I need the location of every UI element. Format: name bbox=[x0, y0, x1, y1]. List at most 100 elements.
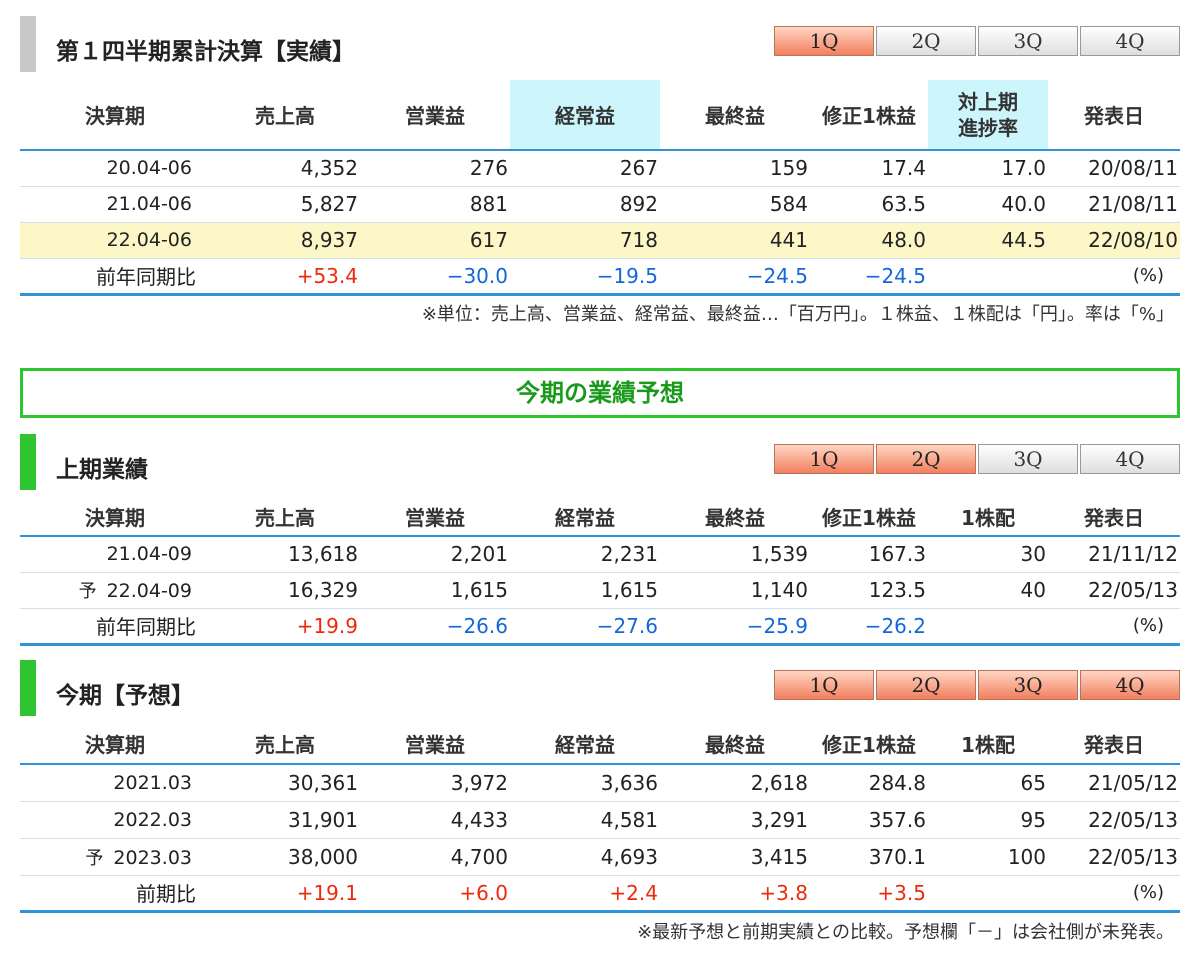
tab-1q[interactable]: 1Q bbox=[774, 670, 874, 700]
forecast-mark: 予 bbox=[78, 581, 97, 602]
ord-cell: 4,581 bbox=[510, 801, 660, 839]
comparison-note: ※最新予想と前期実績との比較。予想欄「－」は会社側が未発表。 bbox=[637, 922, 1174, 943]
section-marker bbox=[20, 660, 36, 716]
eps-cell: 357.6 bbox=[810, 801, 928, 839]
header-dividend: 1株配 bbox=[928, 724, 1048, 765]
eps-cell: 63.5 bbox=[810, 186, 928, 223]
ratio-op: −26.6 bbox=[360, 608, 510, 646]
ord-cell: 4,693 bbox=[510, 838, 660, 876]
header-sales: 売上高 bbox=[210, 498, 360, 537]
section-marker bbox=[20, 434, 36, 490]
period-cell: 21.04-06 bbox=[20, 186, 210, 223]
unit-label: (%) bbox=[1048, 608, 1180, 646]
yoy-ratio-row: 前年同期比 +53.4 −30.0 −19.5 −24.5 −24.5 (%) bbox=[20, 258, 1180, 296]
div-cell: 65 bbox=[928, 764, 1048, 802]
eps-cell: 48.0 bbox=[810, 222, 928, 259]
quarter-tabs: 1Q 2Q 3Q 4Q bbox=[772, 670, 1180, 700]
section-title: 上期業績 bbox=[56, 457, 148, 483]
ratio-op: −30.0 bbox=[360, 258, 510, 296]
div-cell: 100 bbox=[928, 838, 1048, 876]
table-row: 2021.03 30,361 3,972 3,636 2,618 284.8 6… bbox=[20, 764, 1180, 802]
date-cell: 20/08/11 bbox=[1048, 150, 1180, 187]
tab-4q[interactable]: 4Q bbox=[1080, 670, 1180, 700]
tab-3q[interactable]: 3Q bbox=[978, 26, 1078, 56]
header-eps: 修正1株益 bbox=[810, 498, 928, 537]
tab-3q[interactable]: 3Q bbox=[978, 444, 1078, 474]
ratio-net: +3.8 bbox=[660, 875, 810, 913]
yoy-ratio-row: 前年同期比 +19.9 −26.6 −27.6 −25.9 −26.2 (%) bbox=[20, 608, 1180, 646]
net-cell: 2,618 bbox=[660, 764, 810, 802]
sales-cell: 8,937 bbox=[210, 222, 360, 259]
header-period: 決算期 bbox=[20, 80, 210, 151]
header-net-profit: 最終益 bbox=[660, 80, 810, 151]
op-cell: 276 bbox=[360, 150, 510, 187]
date-cell: 22/05/13 bbox=[1048, 572, 1180, 609]
net-cell: 3,291 bbox=[660, 801, 810, 839]
sales-cell: 31,901 bbox=[210, 801, 360, 839]
section-title: 第１四半期累計決算【実績】 bbox=[56, 39, 355, 65]
quarter-tabs: 1Q 2Q 3Q 4Q bbox=[772, 444, 1180, 474]
ratio-sales: +53.4 bbox=[210, 258, 360, 296]
table-row: 20.04-06 4,352 276 267 159 17.4 17.0 20/… bbox=[20, 150, 1180, 187]
section-header-fy-forecast: 今期【予想】 1Q 2Q 3Q 4Q bbox=[20, 660, 1180, 716]
ratio-ord: −27.6 bbox=[510, 608, 660, 646]
header-announce-date: 発表日 bbox=[1048, 80, 1180, 151]
header-eps: 修正1株益 bbox=[810, 80, 928, 151]
header-ordinary-profit: 経常益 bbox=[510, 80, 660, 151]
h1-results-table: 決算期 売上高 営業益 経常益 最終益 修正1株益 1株配 発表日 21.04-… bbox=[20, 498, 1180, 646]
ord-cell: 1,615 bbox=[510, 572, 660, 609]
section-header-h1-results: 上期業績 1Q 2Q 3Q 4Q bbox=[20, 434, 1180, 490]
table-row: 予 22.04-09 16,329 1,615 1,615 1,140 123.5… bbox=[20, 572, 1180, 609]
header-eps: 修正1株益 bbox=[810, 724, 928, 765]
date-cell: 22/05/13 bbox=[1048, 838, 1180, 876]
ratio-ord: −19.5 bbox=[510, 258, 660, 296]
eps-cell: 167.3 bbox=[810, 536, 928, 573]
tab-1q[interactable]: 1Q bbox=[774, 26, 874, 56]
sales-cell: 13,618 bbox=[210, 536, 360, 573]
tab-4q[interactable]: 4Q bbox=[1080, 444, 1180, 474]
header-progress-rate: 対上期 進捗率 bbox=[928, 80, 1048, 151]
header-operating-profit: 営業益 bbox=[360, 80, 510, 151]
ord-cell: 2,231 bbox=[510, 536, 660, 573]
ratio-ord: +2.4 bbox=[510, 875, 660, 913]
progress-cell: 17.0 bbox=[928, 150, 1048, 187]
section-marker bbox=[20, 16, 36, 72]
header-ordinary-profit: 経常益 bbox=[510, 724, 660, 765]
table-row-highlighted: 22.04-06 8,937 617 718 441 48.0 44.5 22/… bbox=[20, 222, 1180, 259]
tab-2q[interactable]: 2Q bbox=[876, 670, 976, 700]
tab-3q[interactable]: 3Q bbox=[978, 670, 1078, 700]
net-cell: 441 bbox=[660, 222, 810, 259]
table-row: 21.04-09 13,618 2,201 2,231 1,539 167.3 … bbox=[20, 536, 1180, 573]
header-sales: 売上高 bbox=[210, 724, 360, 765]
period-cell: 22.04-06 bbox=[20, 222, 210, 259]
ratio-label: 前年同期比 bbox=[20, 258, 210, 296]
tab-4q[interactable]: 4Q bbox=[1080, 26, 1180, 56]
div-cell: 95 bbox=[928, 801, 1048, 839]
period-cell: 2021.03 bbox=[20, 764, 210, 802]
ratio-sales: +19.1 bbox=[210, 875, 360, 913]
period-cell: 2022.03 bbox=[20, 801, 210, 839]
sales-cell: 30,361 bbox=[210, 764, 360, 802]
table-row: 2022.03 31,901 4,433 4,581 3,291 357.6 9… bbox=[20, 801, 1180, 839]
period-cell: 21.04-09 bbox=[20, 536, 210, 573]
header-announce-date: 発表日 bbox=[1048, 724, 1180, 765]
ratio-sales: +19.9 bbox=[210, 608, 360, 646]
op-cell: 4,700 bbox=[360, 838, 510, 876]
tab-1q[interactable]: 1Q bbox=[774, 444, 874, 474]
ratio-eps: −24.5 bbox=[810, 258, 928, 296]
ratio-label: 前期比 bbox=[20, 875, 210, 913]
quarter-tabs: 1Q 2Q 3Q 4Q bbox=[772, 26, 1180, 56]
ratio-op: +6.0 bbox=[360, 875, 510, 913]
fy-forecast-table: 決算期 売上高 営業益 経常益 最終益 修正1株益 1株配 発表日 2021.0… bbox=[20, 724, 1180, 913]
tab-2q[interactable]: 2Q bbox=[876, 26, 976, 56]
ratio-net: −24.5 bbox=[660, 258, 810, 296]
forecast-banner: 今期の業績予想 bbox=[20, 368, 1180, 418]
sales-cell: 5,827 bbox=[210, 186, 360, 223]
op-cell: 4,433 bbox=[360, 801, 510, 839]
ord-cell: 3,636 bbox=[510, 764, 660, 802]
tab-2q[interactable]: 2Q bbox=[876, 444, 976, 474]
net-cell: 159 bbox=[660, 150, 810, 187]
eps-cell: 17.4 bbox=[810, 150, 928, 187]
eps-cell: 123.5 bbox=[810, 572, 928, 609]
date-cell: 21/11/12 bbox=[1048, 536, 1180, 573]
